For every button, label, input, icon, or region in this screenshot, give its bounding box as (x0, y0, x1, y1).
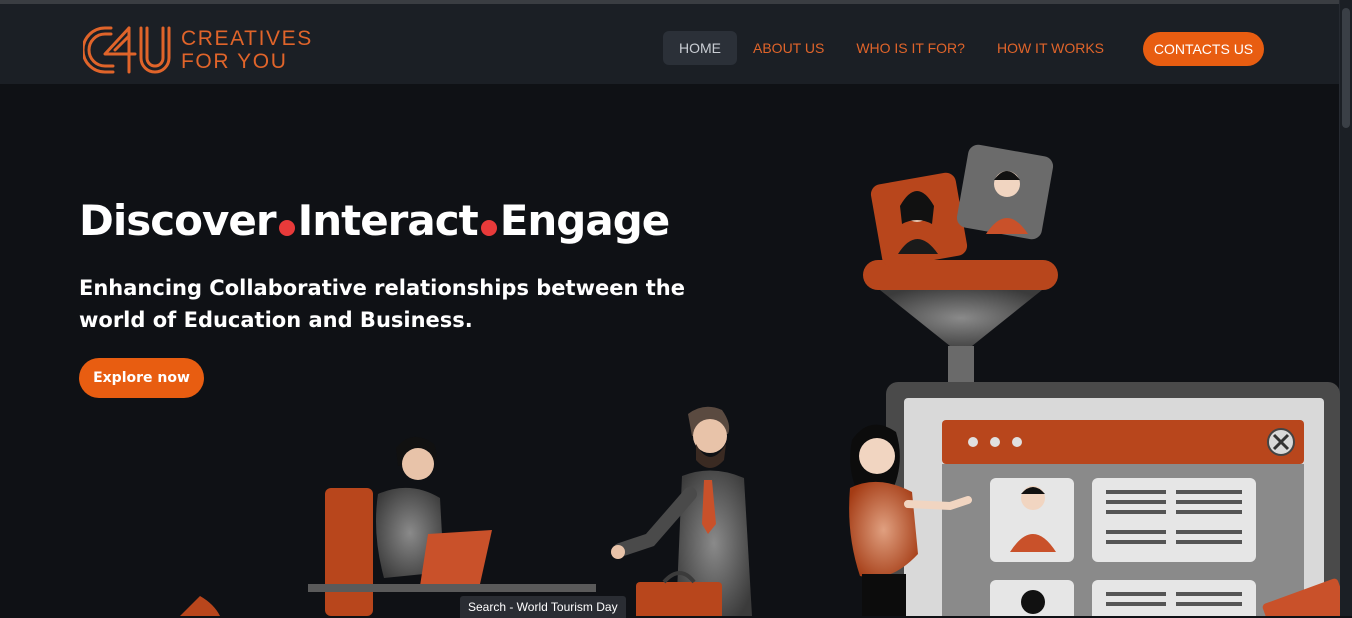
nav-who-is-it-for[interactable]: WHO IS IT FOR? (840, 31, 981, 65)
scrollbar[interactable] (1339, 0, 1352, 616)
c4u-logo-mark (83, 26, 171, 74)
navbar: CREATIVES FOR YOU HOME ABOUT US WHO IS I… (0, 4, 1340, 84)
contacts-us-button[interactable]: CONTACTS US (1143, 32, 1264, 66)
brand-name-line1: CREATIVES (181, 27, 313, 50)
brand-name: CREATIVES FOR YOU (181, 27, 313, 73)
close-icon (1267, 428, 1295, 456)
avatar-card-woman (870, 172, 968, 268)
nav-home[interactable]: HOME (663, 31, 737, 65)
nav-how-it-works[interactable]: HOW IT WORKS (981, 31, 1120, 65)
nav-about-us[interactable]: ABOUT US (737, 31, 840, 65)
main-nav: HOME ABOUT US WHO IS IT FOR? HOW IT WORK… (663, 31, 1120, 65)
scrollbar-thumb[interactable] (1342, 8, 1350, 128)
logo[interactable]: CREATIVES FOR YOU (83, 22, 343, 78)
hero-illustration (180, 144, 1340, 616)
decorative-shape (180, 596, 220, 616)
browser-tooltip: Search - World Tourism Day (460, 596, 626, 618)
funnel-graphic (863, 260, 1058, 382)
avatar-card-man (956, 144, 1054, 240)
businessman-figure (611, 406, 752, 616)
brand-name-line2: FOR YOU (181, 50, 288, 73)
dashboard-monitor (886, 382, 1340, 616)
seated-man-figure (308, 436, 596, 616)
